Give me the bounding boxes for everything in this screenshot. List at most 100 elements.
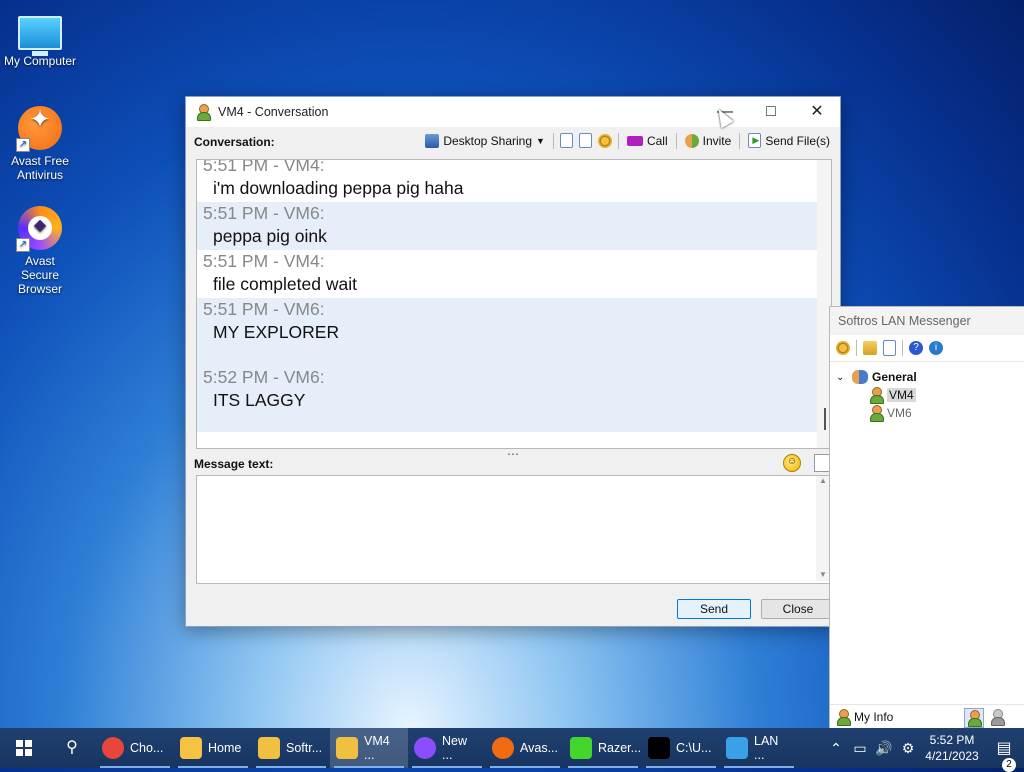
messenger-toolbar: ? i	[830, 335, 1024, 362]
contact-vm6[interactable]: VM6	[836, 404, 1024, 422]
taskbar-button-label: Cho...	[130, 741, 164, 755]
splitter-handle[interactable]: ⋯	[186, 448, 840, 460]
taskbar-button-label: LAN ...	[754, 734, 779, 762]
status-online-toggle[interactable]	[964, 708, 984, 728]
chevron-down-icon[interactable]: ⌄	[836, 372, 848, 383]
taskbar-button-razer[interactable]: Razer...	[564, 728, 642, 768]
message-text-label: Message text:	[194, 457, 274, 471]
settings-icon[interactable]	[597, 133, 612, 148]
away-status-icon	[990, 709, 1005, 726]
help-icon[interactable]: ?	[909, 341, 923, 355]
send-button[interactable]: Send	[677, 599, 751, 619]
avast-icon: ↗	[16, 106, 62, 152]
taskbar-button-label: VM4 ...	[364, 734, 390, 762]
computer-icon	[18, 16, 62, 56]
message-text: i'm downloading peppa pig haha	[213, 178, 464, 198]
conversation-history[interactable]: 5:51 PM - VM4: i'm downloading peppa pig…	[196, 159, 832, 449]
close-conversation-button[interactable]: Close	[761, 599, 835, 619]
chat-message: 5:52 PM - VM6: ITS LAGGY	[197, 366, 831, 432]
info-icon[interactable]: i	[929, 341, 943, 355]
settings-gear-icon[interactable]: ⚙	[896, 740, 920, 757]
send-files-button[interactable]: Send File(s)	[746, 131, 832, 150]
taskbar-button-7zip[interactable]: C:\U...	[642, 728, 720, 768]
folder-icon	[180, 737, 202, 759]
desktop-icon-avast-browser[interactable]: ↗ Avast Secure Browser	[0, 206, 80, 296]
chevron-up-icon[interactable]: ⌃	[824, 740, 848, 757]
network-icon[interactable]: ▭	[848, 740, 872, 757]
desktop-icon-avast-antivirus[interactable]: ↗ Avast Free Antivirus	[0, 106, 80, 182]
avast-browser-icon	[414, 737, 436, 759]
user-online-icon	[869, 387, 884, 404]
conversation-icon	[336, 737, 358, 759]
invite-users-icon	[684, 133, 699, 148]
maximize-button[interactable]: □	[748, 97, 794, 127]
chat-message: 5:51 PM - VM6: MY EXPLORER	[197, 298, 831, 366]
settings-icon[interactable]	[836, 341, 850, 355]
taskbar-button-conversation[interactable]: VM4 ...	[330, 728, 408, 768]
format-icon[interactable]	[814, 454, 830, 472]
group-general[interactable]: ⌄ General	[836, 368, 1024, 386]
close-button[interactable]: ✕	[794, 97, 840, 127]
taskbar-button-label: Razer...	[598, 741, 642, 755]
taskbar-button-lan[interactable]: LAN ...	[720, 728, 798, 768]
volume-icon[interactable]: 🔊	[872, 740, 896, 757]
7zip-icon	[648, 737, 670, 759]
taskbar-button-label: C:\U...	[676, 741, 712, 755]
toolbar-separator	[739, 132, 741, 149]
call-label: Call	[646, 133, 668, 148]
online-status-icon	[967, 710, 982, 727]
chat-message: 5:51 PM - VM4: file completed wait	[197, 250, 831, 298]
contact-tree: ⌄ General VM4 VM6	[830, 368, 1024, 422]
razer-icon	[570, 737, 592, 759]
notification-center-button[interactable]: ▤ 2	[984, 738, 1024, 772]
desktop-icon-label: Avast Free Antivirus	[11, 154, 69, 182]
conversation-titlebar[interactable]: VM4 - Conversation — □ ✕	[186, 97, 840, 127]
call-button[interactable]: Call	[625, 132, 670, 150]
desktop-icon-label: Avast Secure Browser	[17, 254, 62, 296]
message-header: 5:51 PM - VM4:	[203, 251, 325, 271]
taskbar-button-avast[interactable]: Avas...	[486, 728, 564, 768]
my-info-button[interactable]: My Info	[854, 710, 893, 724]
desktop-icon-my-computer[interactable]: My Computer	[0, 10, 80, 68]
conversation-window: VM4 - Conversation — □ ✕ Conversation: D…	[185, 96, 841, 627]
history-icon[interactable]	[883, 340, 896, 356]
smiley-icon[interactable]: ☺	[783, 454, 801, 472]
status-away-toggle[interactable]	[988, 708, 1006, 726]
clock-date: 4/21/2023	[925, 749, 979, 763]
history-icon[interactable]	[559, 133, 573, 148]
message-text: MY EXPLORER	[213, 322, 340, 342]
shortcut-arrow-icon: ↗	[16, 238, 30, 252]
message-text: file completed wait	[213, 274, 357, 294]
taskbar-button-softros[interactable]: Softr...	[252, 728, 330, 768]
conversation-toolbar: Conversation: Desktop Sharing ▼ Call Inv…	[186, 127, 840, 157]
system-tray: ⌃ ▭ 🔊 ⚙ 5:52 PM 4/21/2023 ▤ 2	[824, 728, 1024, 772]
save-history-icon[interactable]	[578, 133, 592, 148]
taskbar-button-chrome[interactable]: Cho...	[96, 728, 174, 768]
taskbar-button-folder[interactable]: Home	[174, 728, 252, 768]
invite-button[interactable]: Invite	[683, 132, 734, 150]
message-header: 5:51 PM - VM6:	[203, 203, 325, 223]
taskbar-button-label: Softr...	[286, 741, 323, 755]
softros-icon	[258, 737, 280, 759]
start-button[interactable]	[0, 728, 48, 768]
input-scrollbar[interactable]: ▲ ▼	[816, 476, 830, 581]
desktop-sharing-button[interactable]: Desktop Sharing ▼	[423, 132, 547, 150]
window-title: VM4 - Conversation	[218, 105, 329, 119]
send-file-icon	[748, 133, 762, 148]
folder-icon[interactable]	[863, 341, 877, 355]
search-icon[interactable]: ⚲	[48, 728, 96, 768]
desktop-sharing-icon	[425, 133, 440, 148]
contact-vm4[interactable]: VM4	[836, 386, 1024, 404]
message-input[interactable]	[196, 475, 832, 584]
my-info-icon	[836, 709, 851, 726]
taskbar-button-label: New ...	[442, 734, 468, 762]
contact-name: VM6	[887, 406, 912, 420]
messenger-titlebar[interactable]: Softros LAN Messenger	[830, 307, 1024, 335]
scrollbar-thumb[interactable]	[824, 408, 826, 430]
taskbar-button-label: Avas...	[520, 741, 558, 755]
send-files-label: Send File(s)	[765, 133, 830, 148]
video-call-icon	[626, 135, 643, 146]
clock[interactable]: 5:52 PM 4/21/2023	[920, 732, 984, 764]
message-header: 5:51 PM - VM4:	[203, 159, 325, 175]
taskbar-button-avast-browser[interactable]: New ...	[408, 728, 486, 768]
